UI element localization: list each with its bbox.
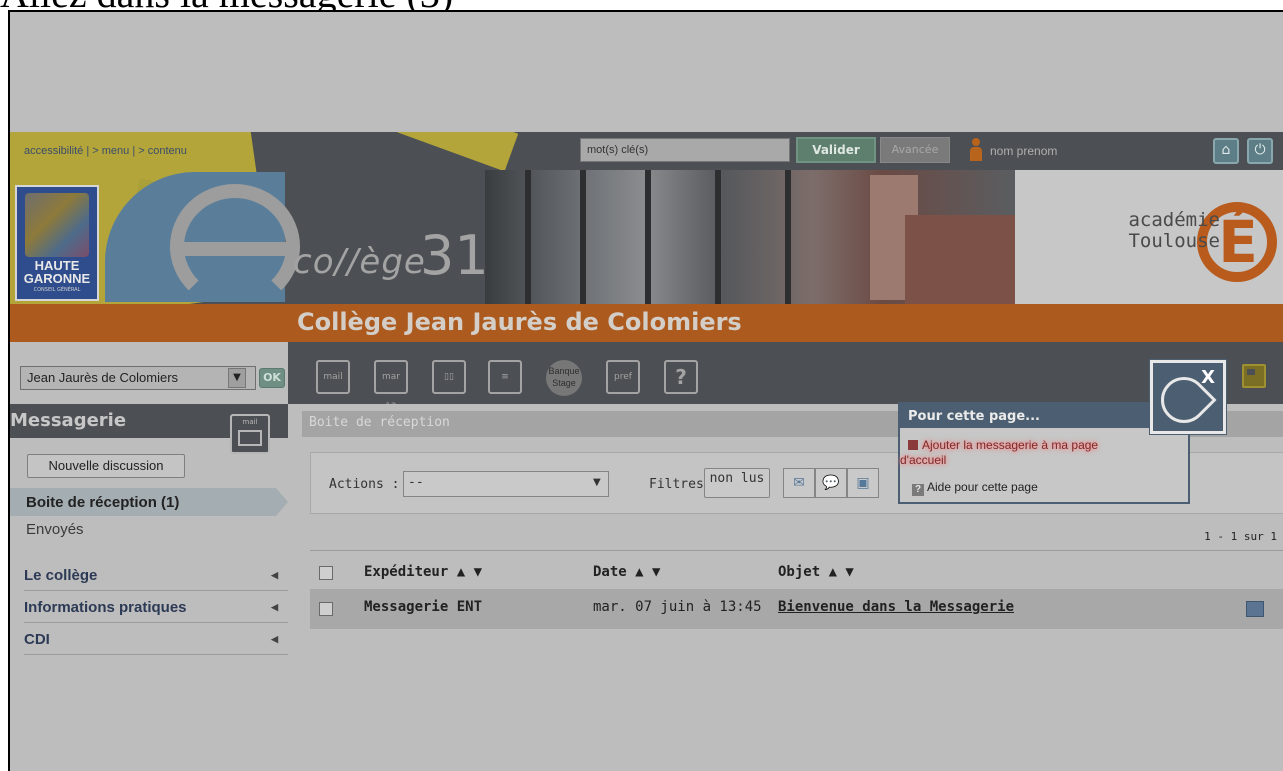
sidebar: Messagerie mail Nouvelle discussion Boit… — [10, 404, 288, 771]
column-sender[interactable]: Expéditeur ▲ ▼ — [364, 564, 482, 580]
pager: 1 - 1 sur 1 — [1204, 530, 1277, 543]
user-icon — [968, 138, 984, 162]
school-title: Collège Jean Jaurès de Colomiers — [297, 308, 742, 336]
etablissement-select[interactable]: Jean Jaurès de Colomiers — [20, 366, 256, 390]
mail-tool-icon[interactable]: mail — [316, 360, 350, 394]
actions-select[interactable]: -- — [403, 471, 609, 497]
sidebar-section-label: Le collège — [24, 567, 98, 584]
valider-button[interactable]: Valider — [796, 137, 876, 163]
photo-slat — [785, 170, 791, 304]
banner-photo — [485, 170, 1015, 304]
help-icon: ? — [912, 484, 924, 496]
page-help-link[interactable]: ? Aide pour cette page — [912, 480, 1038, 496]
sidebar-item-sent[interactable]: Envoyés — [26, 521, 84, 538]
accessibility-links[interactable]: accessibilité | > menu | > contenu — [24, 145, 187, 157]
photo-slat — [580, 170, 586, 304]
popup-header: Pour cette page... — [900, 404, 1188, 428]
actions-label: Actions : — [329, 477, 400, 492]
sidebar-section-informations[interactable]: Informations pratiques ◀ — [24, 592, 288, 623]
advanced-search-button[interactable]: Avancée — [880, 137, 950, 163]
sidebar-section-cdi[interactable]: CDI ◀ — [24, 624, 288, 655]
search-input[interactable] — [580, 138, 790, 162]
ent-app: É académie Toulouse HAUTE GARONNE CONSEI… — [10, 132, 1283, 771]
banque-stage-tool-icon[interactable]: Banque Stage — [546, 360, 582, 396]
haute-garonne-logo[interactable]: HAUTE GARONNE CONSEIL GÉNÉRAL — [15, 185, 99, 301]
user-name[interactable]: nom prenom — [990, 144, 1057, 158]
user-icon-body — [970, 147, 982, 161]
academie-line1: académie — [1128, 209, 1220, 231]
mail-icon-label: mail — [242, 418, 258, 426]
academie-logo-text: académie Toulouse — [1110, 210, 1220, 252]
page-help-label: Aide pour cette page — [927, 480, 1038, 494]
column-date[interactable]: Date ▲ ▼ — [593, 564, 660, 580]
popup-title: Pour cette page... — [908, 409, 1040, 424]
photo-slat — [525, 170, 531, 304]
pref-tool-icon[interactable]: pref — [606, 360, 640, 394]
select-all-checkbox[interactable] — [319, 566, 333, 580]
page-options-popup: Pour cette page... Ajouter la messagerie… — [898, 402, 1190, 504]
hg-logo-text: HAUTE GARONNE — [23, 258, 91, 286]
sidebar-section-label: Informations pratiques — [24, 599, 187, 616]
mail-icon: mail — [230, 414, 270, 454]
toolbar-band: Jean Jaurès de Colomiers ▼ OK mail mar 1… — [10, 342, 1283, 412]
chat-filter-icon[interactable]: 💬 — [815, 468, 847, 498]
table-divider — [310, 550, 1283, 551]
help-tool-icon[interactable]: ? — [664, 360, 698, 394]
page-options-toggle[interactable]: X — [1149, 359, 1227, 435]
sidebar-section-label: CDI — [24, 631, 50, 648]
chevron-down-icon[interactable]: ▼ — [593, 477, 601, 488]
banner-shape — [391, 132, 519, 172]
home-icon[interactable]: ⌂ — [1213, 138, 1239, 164]
add-to-homepage-label: Ajouter la messagerie à ma page d'accuei… — [900, 438, 1099, 467]
ecollege-logo-number: 31 — [420, 224, 489, 287]
photo-slat — [715, 170, 721, 304]
ecollege-logo-word: co//ège — [293, 242, 426, 282]
hg-mark-icon — [25, 193, 89, 257]
envelope-filter-icon[interactable]: ✉ — [783, 468, 815, 498]
sidebar-item-inbox-label[interactable]: Boite de réception (1) — [26, 494, 179, 511]
photo-slat — [645, 170, 651, 304]
hg-logo-subtext: CONSEIL GÉNÉRAL — [33, 287, 81, 293]
main-header-title: Boite de réception — [309, 415, 450, 430]
row-checkbox[interactable] — [319, 602, 333, 616]
computer-icon — [1246, 601, 1264, 617]
computer-filter-icon[interactable]: ▣ — [847, 468, 879, 498]
school-band: Collège Jean Jaurès de Colomiers — [10, 304, 1283, 342]
chevron-left-icon: ◀ — [271, 602, 278, 612]
sidebar-title: Messagerie — [10, 410, 127, 431]
row-sender: Messagerie ENT — [364, 599, 483, 615]
envelope-icon — [238, 430, 262, 446]
screenshot-frame: É académie Toulouse HAUTE GARONNE CONSEI… — [8, 10, 1283, 771]
row-subject-link[interactable]: Bienvenue dans la Messagerie — [778, 599, 1014, 615]
academie-logo-letter: É — [1218, 208, 1258, 276]
documents-tool-icon[interactable]: ▯▯ — [432, 360, 466, 394]
fullscreen-icon[interactable] — [1242, 364, 1266, 388]
ecollege-logo-e-bar — [180, 242, 292, 256]
academie-line2: Toulouse — [1128, 230, 1220, 252]
column-subject[interactable]: Objet ▲ ▼ — [778, 564, 854, 580]
fullscreen-icon-inner — [1247, 369, 1255, 375]
sidebar-section-le-college[interactable]: Le collège ◀ — [24, 560, 288, 591]
user-icon-head — [972, 138, 980, 146]
chevron-down-icon[interactable]: ▼ — [228, 368, 246, 388]
ok-button[interactable]: OK — [259, 368, 285, 388]
photo-wall — [905, 215, 1015, 304]
add-to-homepage-link[interactable]: Ajouter la messagerie à ma page d'accuei… — [900, 438, 1130, 468]
chevron-left-icon: ◀ — [271, 570, 278, 580]
new-discussion-button[interactable]: Nouvelle discussion — [27, 454, 185, 478]
arrow-right-icon — [908, 440, 918, 450]
header-banner: É académie Toulouse HAUTE GARONNE CONSEI… — [10, 132, 1283, 304]
notes-tool-icon[interactable]: ≡ — [488, 360, 522, 394]
chevron-left-icon: ◀ — [271, 634, 278, 644]
table-row[interactable]: Messagerie ENT mar. 07 juin à 13:45 Bien… — [310, 589, 1283, 629]
power-icon[interactable]: ⏻ — [1247, 138, 1273, 164]
close-icon[interactable]: X — [1201, 367, 1215, 388]
calendar-tool-icon[interactable]: mar 12 — [374, 360, 408, 412]
row-date: mar. 07 juin à 13:45 — [593, 599, 762, 615]
unread-filter-button[interactable]: non lus — [704, 468, 770, 498]
